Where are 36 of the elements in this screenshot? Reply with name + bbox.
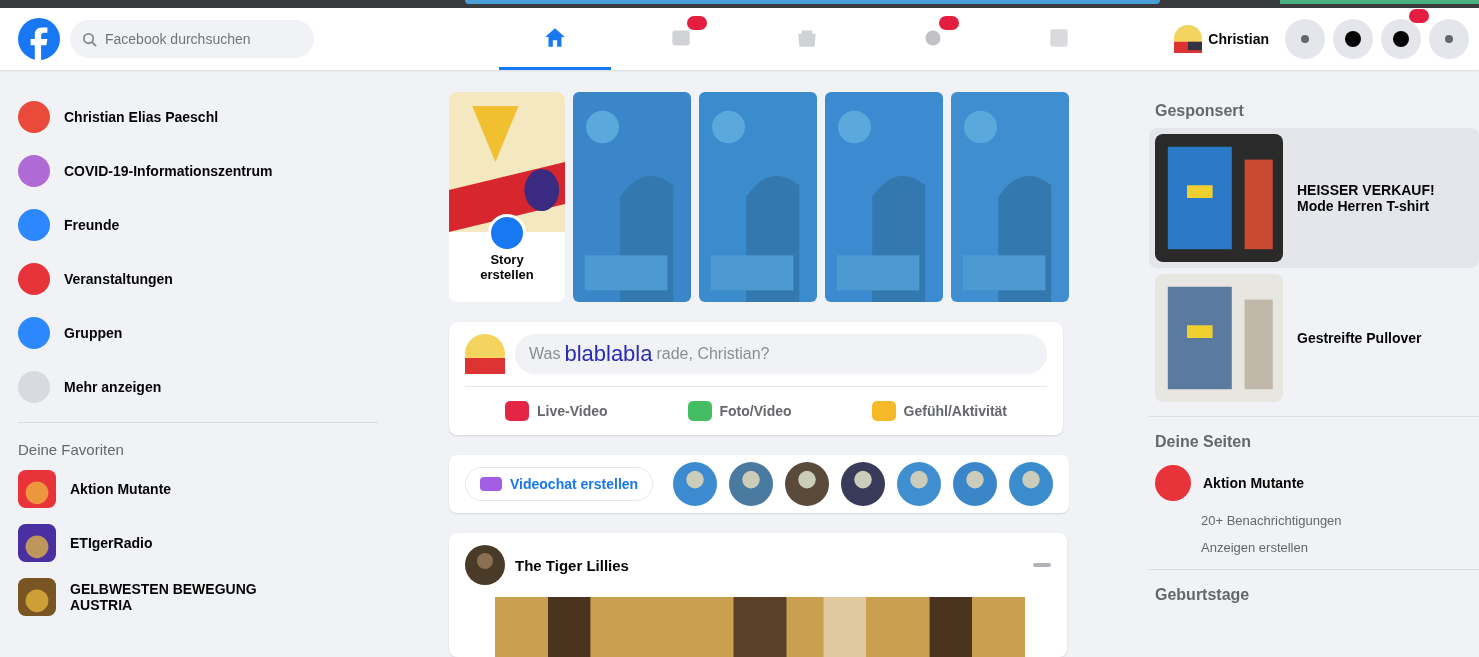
ad-item[interactable]: HEISSER VERKAUF! Mode Herren T-shirt [1149, 128, 1479, 268]
section-title: Geburtstage [1154, 585, 1251, 605]
favorite-item[interactable]: ETIgerRadio [18, 516, 378, 570]
page-link[interactable]: Anzeigen erstellen [1149, 534, 1479, 561]
section-title: Gesponsert [1154, 101, 1245, 121]
create-story-card[interactable]: Story erstellen [449, 92, 565, 302]
plus-button[interactable] [1285, 19, 1325, 59]
page-link[interactable]: 20+ Benachrichtigungen [1149, 507, 1479, 534]
placeholder-text: Was [529, 345, 561, 363]
sidebar-item[interactable]: Freunde [18, 198, 378, 252]
facebook-logo[interactable] [18, 18, 60, 60]
search-icon [82, 31, 97, 47]
composer-button[interactable]: Live-Video [493, 393, 620, 429]
placeholder-text: rade, Christian? [656, 345, 770, 363]
search-bar[interactable]: Facebook durchsuchen [70, 20, 314, 58]
caret-button[interactable] [1429, 19, 1469, 59]
sidebar-item[interactable]: Mehr anzeigen [18, 360, 378, 414]
ad-item[interactable]: Gestreifte Pullover [1149, 268, 1479, 408]
sidebar-item[interactable]: Gruppen [18, 306, 378, 360]
composer-button[interactable]: Foto/Video [675, 393, 804, 429]
post-author[interactable]: The Tiger Lillies [515, 556, 1023, 574]
messenger-button[interactable] [1333, 19, 1373, 59]
sidebar-item[interactable]: COVID-19-Informationszentrum [18, 144, 378, 198]
page-item[interactable]: Aktion Mutante [1149, 459, 1479, 507]
bell-button[interactable] [1381, 19, 1421, 59]
composer-button[interactable]: Gefühl/Aktivität [859, 393, 1019, 429]
section-title: Deine Favoriten [18, 440, 125, 460]
section-title: Deine Seiten [1154, 432, 1253, 452]
post-input[interactable]: Was blablabla rade, Christian? [515, 334, 1047, 374]
search-field[interactable]: Facebook durchsuchen [103, 30, 287, 48]
favorite-item[interactable]: Aktion Mutante [18, 462, 378, 516]
sidebar-item[interactable]: Veranstaltungen [18, 252, 378, 306]
sidebar-item[interactable]: Christian Elias Paeschl [18, 90, 378, 144]
overlay-text: blablabla [564, 341, 653, 367]
profile-button[interactable]: Christian [1170, 21, 1277, 57]
favorite-item[interactable]: GELBWESTEN BEWEGUNG AUSTRIA [18, 570, 378, 624]
